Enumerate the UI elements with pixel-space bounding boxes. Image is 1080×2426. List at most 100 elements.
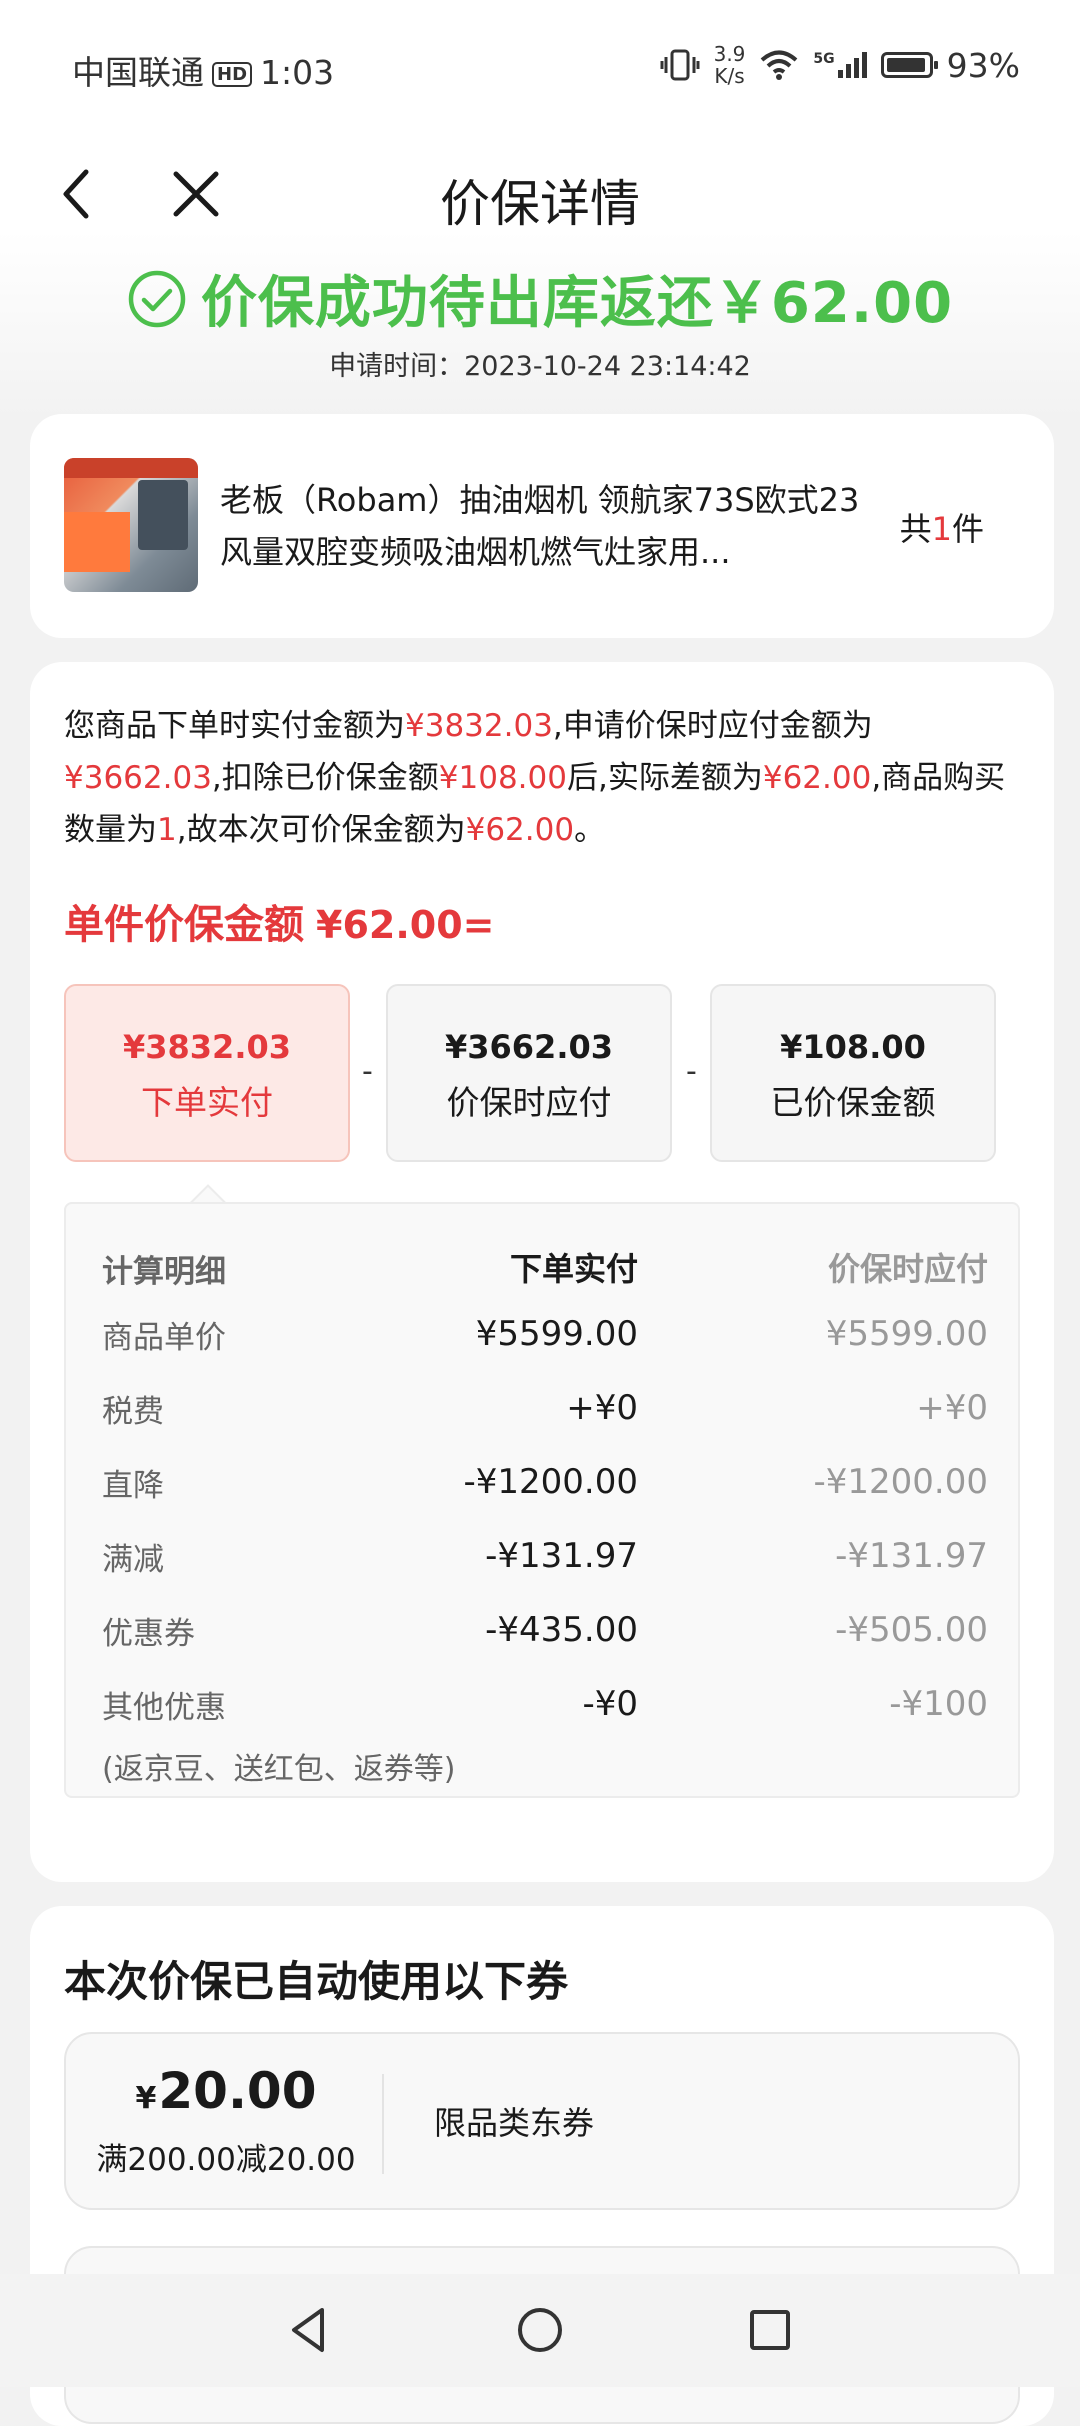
row-label: 优惠券 [102, 1616, 195, 1652]
detail-header-paid: 下单实付 [509, 1250, 638, 1288]
coupon-heading: 本次价保已自动使用以下券 [64, 1957, 569, 2006]
explain-paid-amount: ¥3832.03 [405, 708, 553, 744]
unit-protection-amount: 单件价保金额 ¥62.00= [64, 892, 494, 950]
other-discount-note: (返京豆、送红包、返券等) [102, 1752, 456, 1787]
amount-formula: ¥3832.03 下单实付 - ¥3662.03 价保时应付 - ¥108.00… [64, 984, 1024, 1224]
product-count: 共1件 [900, 504, 984, 550]
row-paid-value: -¥1200.00 [463, 1462, 639, 1502]
carrier-info: 中国联通 HD 1:03 [72, 46, 334, 94]
current-amount-box[interactable]: ¥3662.03 价保时应付 [386, 984, 672, 1162]
check-circle-icon [128, 270, 186, 327]
apply-time: 申请时间：2023-10-24 23:14:42 [329, 351, 751, 382]
paid-amount-box[interactable]: ¥3832.03 下单实付 [64, 984, 350, 1162]
row-label: 税费 [102, 1394, 164, 1430]
protected-amount-box[interactable]: ¥108.00 已价保金额 [710, 984, 996, 1162]
row-paid-value: -¥435.00 [485, 1610, 638, 1650]
navigation-bar: 价保详情 [0, 134, 1080, 254]
status-bar: 中国联通 HD 1:03 3.9 K/s 5G 93% [0, 0, 1080, 134]
row-paid-value: ¥5599.00 [475, 1314, 638, 1354]
coupon-condition: 满200.00减20.00 [96, 2142, 356, 2178]
explain-refund-amount: ¥62.00 [465, 812, 575, 848]
table-row: 其他优惠 -¥0 -¥100 [66, 1674, 1022, 1748]
table-row: 满减 -¥131.97 -¥131.97 [66, 1526, 1022, 1600]
square-recents-icon [750, 2310, 790, 2350]
price-protection-calculation-card: 您商品下单时实付金额为¥3832.03,申请价保时应付金额为¥3662.03,扣… [30, 662, 1054, 1882]
system-home-button[interactable] [510, 2300, 570, 2360]
result-status: 价保成功待出库返还￥62.00 [0, 258, 1080, 339]
current-amount-value: ¥3662.03 [444, 1028, 613, 1066]
row-label: 满减 [102, 1542, 164, 1578]
unit-heading-value: ¥62.00= [316, 903, 495, 947]
coupon-type: 限品类东券 [434, 2104, 595, 2142]
net-speed: 3.9 K/s [714, 43, 746, 87]
row-paid-value: -¥0 [582, 1684, 638, 1724]
coupon-currency: ¥ [135, 2081, 157, 2116]
current-amount-label: 价保时应付 [446, 1083, 612, 1122]
explain-current-amount: ¥3662.03 [64, 760, 212, 796]
count-prefix: 共 [899, 510, 932, 548]
detail-header-label: 计算明细 [102, 1254, 226, 1290]
circle-home-icon [518, 2308, 562, 2352]
explain-protected-amount: ¥108.00 [438, 760, 567, 796]
protected-amount-value: ¥108.00 [780, 1028, 926, 1066]
hd-badge: HD [212, 62, 253, 87]
explain-difference-amount: ¥62.00 [762, 760, 872, 796]
explain-text: ,故本次可价保金额为 [176, 812, 466, 848]
row-label: 商品单价 [102, 1320, 226, 1356]
system-navigation-bar [0, 2274, 1080, 2387]
clock: 1:03 [260, 53, 335, 92]
detail-header-row: 计算明细 下单实付 价保时应付 [66, 1234, 1022, 1308]
unit-heading-label: 单件价保金额 [64, 902, 304, 948]
row-paid-value: +¥0 [566, 1388, 638, 1428]
calculation-explanation: 您商品下单时实付金额为¥3832.03,申请价保时应付金额为 ¥3662.03,扣… [64, 700, 1024, 856]
table-row: 商品单价 ¥5599.00 ¥5599.00 [66, 1304, 1022, 1378]
wifi-icon [761, 50, 798, 80]
battery-icon [880, 52, 938, 78]
count-suffix: 件 [951, 510, 984, 548]
paid-amount-value: ¥3832.03 [122, 1028, 291, 1066]
explain-text: ,申请价保时应付金额为 [552, 708, 873, 744]
row-now-value: -¥131.97 [835, 1536, 988, 1576]
count-value: 1 [931, 510, 952, 548]
table-row: 优惠券 -¥435.00 -¥505.00 [66, 1600, 1022, 1674]
row-paid-value: -¥131.97 [485, 1536, 638, 1576]
status-icons: 3.9 K/s 5G 93% [660, 40, 1020, 90]
explain-quantity: 1 [157, 812, 177, 848]
row-now-value: -¥1200.00 [813, 1462, 989, 1502]
detail-header-now: 价保时应付 [827, 1250, 988, 1288]
explain-text: ,扣除已价保金额 [211, 760, 439, 796]
system-back-button[interactable] [280, 2300, 340, 2360]
calculation-detail-table: 计算明细 下单实付 价保时应付 商品单价 ¥5599.00 ¥5599.00 税… [64, 1202, 1020, 1798]
row-label: 其他优惠 [102, 1690, 226, 1726]
table-row: 直降 -¥1200.00 -¥1200.00 [66, 1452, 1022, 1526]
paid-amount-label: 下单实付 [141, 1083, 273, 1122]
product-name: 老板（Robam）抽油烟机 领航家73S欧式23风量双腔变频吸油烟机燃气灶家用.… [220, 481, 860, 571]
result-status-text: 价保成功待出库返还￥62.00 [200, 271, 954, 336]
product-card[interactable]: 老板（Robam）抽油烟机 领航家73S欧式23风量双腔变频吸油烟机燃气灶家用.… [30, 414, 1054, 638]
minus-operator: - [686, 1054, 697, 1089]
table-row: 税费 +¥0 +¥0 [66, 1378, 1022, 1452]
coupon-amount-value: 20.00 [158, 2062, 317, 2120]
triangle-back-icon [292, 2308, 324, 2352]
explain-text: 您商品下单时实付金额为 [64, 708, 405, 744]
carrier-name: 中国联通 [72, 53, 204, 92]
net-speed-value: 3.9 [713, 42, 746, 66]
protected-amount-label: 已价保金额 [770, 1083, 936, 1122]
system-recents-button[interactable] [740, 2300, 800, 2360]
vibrate-icon [660, 49, 700, 81]
row-label: 直降 [102, 1468, 164, 1504]
page-title: 价保详情 [440, 175, 640, 233]
row-now-value: +¥0 [916, 1388, 988, 1428]
row-now-value: -¥505.00 [835, 1610, 988, 1650]
product-thumbnail[interactable] [64, 458, 198, 592]
battery-level: 93% [946, 45, 1020, 85]
coupon-amount: ¥20.00 [66, 2062, 386, 2120]
coupon-divider [382, 2074, 384, 2174]
minus-operator: - [362, 1054, 373, 1089]
row-now-value: -¥100 [889, 1684, 988, 1724]
cell-signal-icon: 5G [813, 52, 867, 78]
explain-text: 后,实际差额为 [566, 760, 763, 796]
coupon-item[interactable]: ¥20.00 满200.00减20.00 限品类东券 [64, 2032, 1020, 2210]
explain-text: 。 [574, 812, 606, 848]
row-now-value: ¥5599.00 [825, 1314, 988, 1354]
